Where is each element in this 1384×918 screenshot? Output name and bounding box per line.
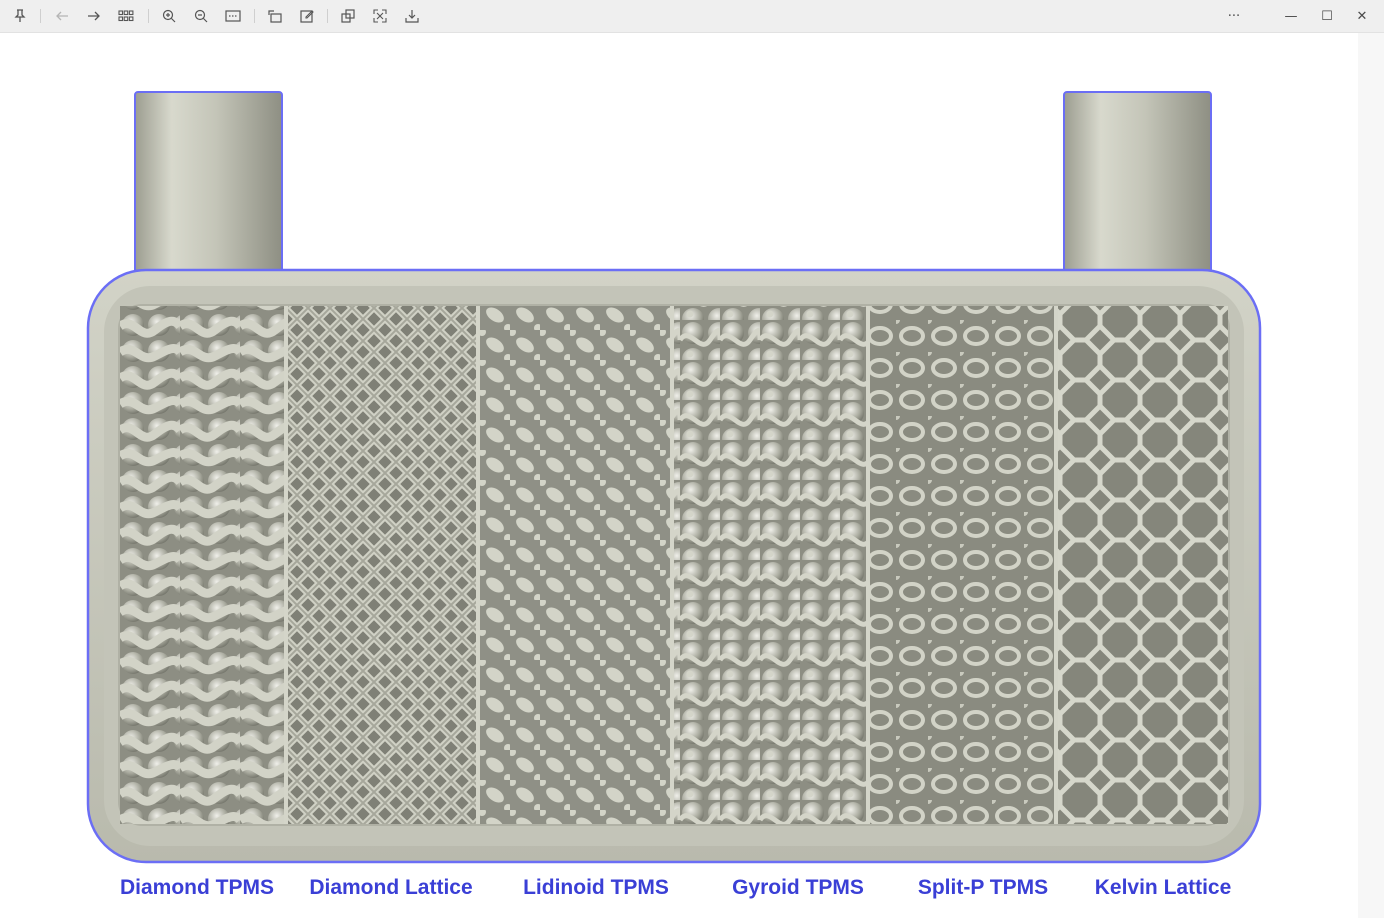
section-diamond-tpms	[120, 306, 286, 824]
label-lidinoid-tpms: Lidinoid TPMS	[523, 876, 669, 899]
section-gyroid-tpms	[672, 306, 868, 824]
label-diamond-tpms: Diamond TPMS	[119, 876, 274, 899]
heat-exchanger-figure	[86, 91, 1262, 864]
section-diamond-lattice	[286, 306, 478, 824]
section-lidinoid-tpms	[478, 306, 672, 824]
section-kelvin-lattice	[1056, 306, 1228, 824]
inlet-pipe	[134, 91, 283, 283]
outlet-pipe	[1063, 91, 1212, 283]
label-gyroid-tpms: Gyroid TPMS	[732, 876, 864, 899]
label-kelvin-lattice: Kelvin Lattice	[1094, 876, 1232, 899]
section-split-p-tpms	[868, 306, 1056, 824]
label-split-p-tpms: Split-P TPMS	[917, 876, 1049, 899]
label-diamond-lattice: Diamond Lattice	[309, 876, 473, 899]
